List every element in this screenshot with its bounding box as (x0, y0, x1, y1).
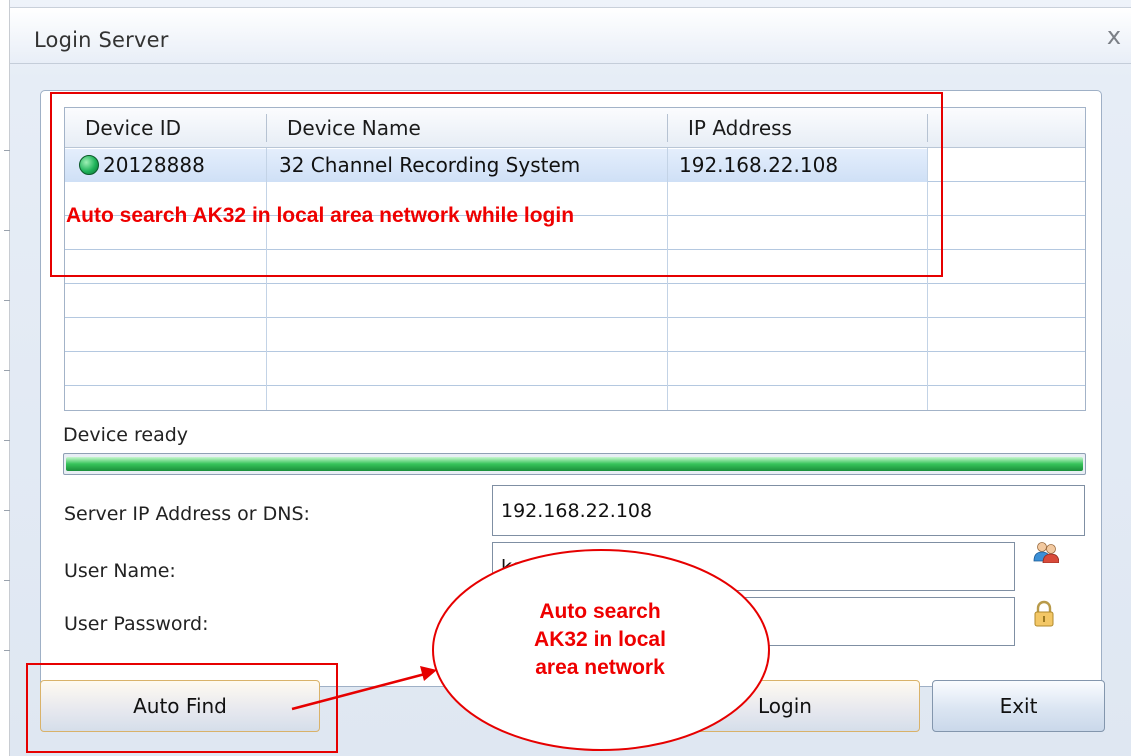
server-ip-input[interactable] (492, 485, 1085, 536)
bubble-annotation-text: Auto search AK32 in local area network (470, 598, 730, 682)
table-row[interactable] (65, 319, 1085, 352)
login-button[interactable]: Login (650, 680, 920, 732)
progress-bar (63, 453, 1086, 475)
user-name-label: User Name: (64, 560, 176, 582)
user-name-input[interactable] (492, 542, 1015, 591)
server-label: Server IP Address or DNS: (64, 503, 310, 525)
bubble-line: AK32 in local (534, 628, 666, 651)
user-password-label: User Password: (64, 613, 209, 635)
table-row[interactable] (65, 285, 1085, 318)
password-input[interactable] (742, 597, 1015, 646)
close-icon[interactable]: x (1100, 22, 1128, 50)
table-annotation-text: Auto search AK32 in local area network w… (66, 204, 575, 227)
exit-button[interactable]: Exit (932, 680, 1105, 732)
users-icon[interactable] (1033, 541, 1059, 563)
bubble-line: area network (535, 656, 665, 679)
bubble-line: Auto search (539, 600, 661, 623)
table-row[interactable] (65, 353, 1085, 386)
background-window-edge (0, 0, 10, 756)
lock-icon (1034, 600, 1054, 627)
progress-bar-fill (66, 457, 1083, 471)
status-text: Device ready (63, 424, 189, 446)
table-row[interactable] (65, 387, 1085, 410)
table-highlight-box (50, 92, 943, 277)
window-title: Login Server (34, 28, 169, 52)
auto-find-highlight-box (26, 663, 338, 753)
title-bar[interactable]: Login Server x (10, 8, 1131, 64)
